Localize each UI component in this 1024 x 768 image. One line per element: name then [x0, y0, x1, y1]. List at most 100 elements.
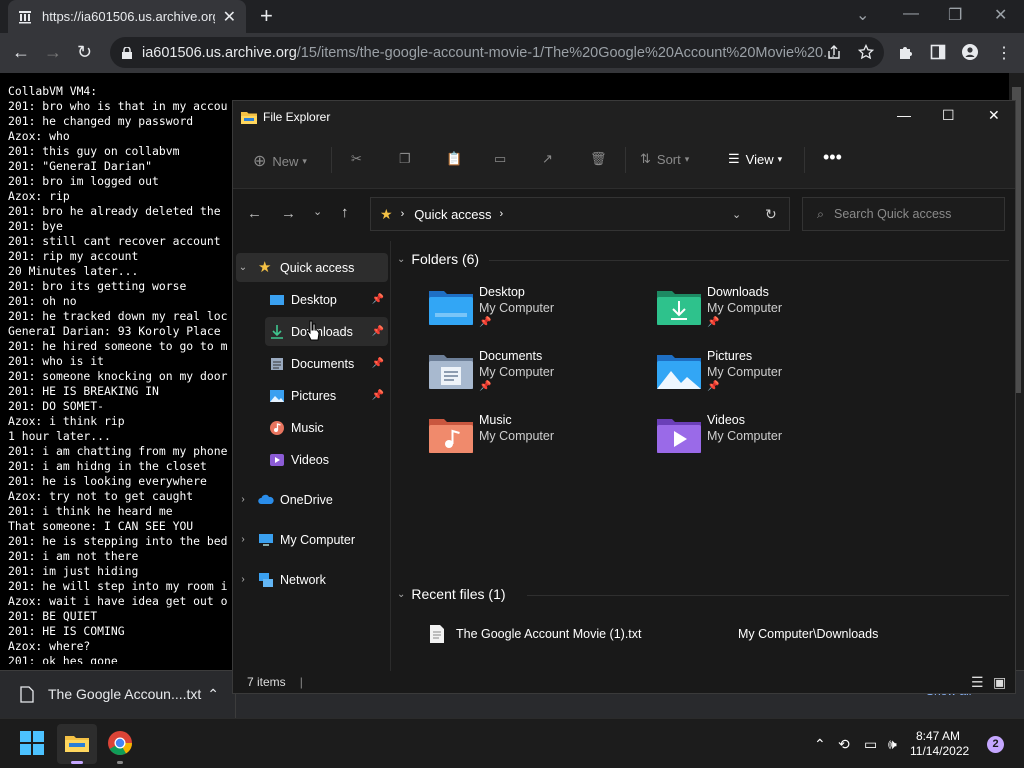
- share-icon[interactable]: [826, 44, 842, 60]
- nav-forward-icon[interactable]: →: [281, 205, 296, 222]
- recent-locations-icon[interactable]: ⌄: [313, 205, 322, 218]
- nav-back-icon[interactable]: ←: [247, 205, 262, 222]
- expand-chevron-icon[interactable]: ›: [236, 534, 250, 545]
- nav-quick-access[interactable]: ⌄ ★ Quick access: [236, 253, 388, 282]
- folders-section-header[interactable]: ⌄ Folders (6): [397, 251, 1009, 267]
- volume-icon[interactable]: 🕪: [888, 736, 897, 753]
- back-arrow-icon[interactable]: ←: [12, 42, 30, 63]
- nav-desktop[interactable]: Desktop 📌: [265, 285, 388, 314]
- nav-onedrive[interactable]: › OneDrive: [236, 485, 388, 514]
- clock[interactable]: 8:47 AM 11/14/2022: [910, 729, 969, 759]
- address-breadcrumb[interactable]: ★ › Quick access › ⌄ ↻: [370, 197, 790, 231]
- folder-location: My Computer: [479, 365, 555, 379]
- breadcrumb-dropdown-icon[interactable]: ⌄: [732, 208, 741, 221]
- file-explorer-icon[interactable]: [61, 727, 93, 759]
- network-status-icon[interactable]: ⟲: [838, 736, 850, 753]
- page-text-line: 201: bro its getting worse: [8, 279, 187, 293]
- explorer-close-button[interactable]: ✕: [988, 107, 1000, 124]
- nav-network[interactable]: › Network: [236, 565, 388, 594]
- page-text-line: CollabVM VM4:: [8, 84, 98, 98]
- folder-location: My Computer: [479, 301, 555, 315]
- show-hidden-icons-chevron[interactable]: ⌃: [814, 736, 826, 753]
- recent-file-row[interactable]: The Google Account Movie (1).txt My Comp…: [429, 624, 989, 654]
- address-bar[interactable]: ia601506.us.archive.org/15/items/the-goo…: [110, 37, 884, 68]
- close-window-button[interactable]: ✕: [994, 5, 1007, 25]
- new-button[interactable]: ⊕ New ▾: [253, 151, 307, 171]
- expand-chevron-icon[interactable]: ⌄: [236, 262, 250, 273]
- browser-tab[interactable]: https://ia601506.us.archive.org/1 ✕: [8, 0, 246, 33]
- breadcrumb-chevron-icon[interactable]: ›: [500, 208, 504, 220]
- new-tab-button[interactable]: +: [260, 4, 273, 28]
- forward-arrow-icon[interactable]: →: [44, 42, 62, 63]
- expand-chevron-icon[interactable]: ›: [236, 574, 250, 585]
- sort-button[interactable]: ⇅ Sort ▾: [640, 151, 689, 167]
- share-file-icon[interactable]: ↗: [542, 151, 553, 167]
- pin-icon: 📌: [371, 294, 384, 305]
- page-text-line: 201: rip my account: [8, 249, 139, 263]
- new-label: New: [272, 153, 299, 169]
- folder-tile-music[interactable]: Music My Computer: [429, 413, 649, 469]
- pin-icon: 📌: [707, 381, 720, 392]
- breadcrumb-quick-access[interactable]: Quick access: [414, 207, 491, 222]
- chrome-icon[interactable]: [104, 727, 136, 759]
- reload-icon[interactable]: ↻: [77, 42, 92, 63]
- cut-icon[interactable]: ✂: [351, 151, 362, 167]
- page-text-line: 1 hour later...: [8, 429, 111, 443]
- display-icon[interactable]: ▭: [864, 736, 877, 753]
- videos-icon: [270, 453, 284, 466]
- paste-icon[interactable]: 📋: [446, 151, 462, 167]
- folder-tile-desktop[interactable]: Desktop My Computer 📌: [429, 285, 649, 341]
- copy-icon[interactable]: ❐: [399, 151, 411, 167]
- side-panel-icon[interactable]: [930, 44, 946, 60]
- page-text-line: 201: who is it: [8, 354, 105, 368]
- expand-chevron-icon[interactable]: ›: [236, 494, 250, 505]
- chevron-up-icon[interactable]: ⌃: [207, 686, 219, 703]
- section-divider: [527, 595, 1009, 596]
- restore-button[interactable]: ❐: [948, 5, 962, 25]
- desktop-icon: [270, 294, 284, 305]
- download-item[interactable]: The Google Accoun....txt ⌃: [0, 670, 236, 718]
- page-text-line: Azox: who: [8, 129, 70, 143]
- view-button[interactable]: ☰ View ▾: [728, 151, 782, 167]
- collapse-chevron-icon[interactable]: ⌄: [397, 589, 405, 600]
- rename-icon[interactable]: ▭: [494, 151, 506, 167]
- folder-tile-documents[interactable]: Documents My Computer 📌: [429, 349, 649, 405]
- explorer-maximize-button[interactable]: ☐: [942, 107, 955, 124]
- tiles-view-icon[interactable]: ▣: [993, 674, 1006, 691]
- pin-icon: 📌: [479, 381, 492, 392]
- windows-start-icon[interactable]: [16, 727, 48, 759]
- nav-downloads[interactable]: Downloads 📌: [265, 317, 388, 346]
- nav-documents[interactable]: Documents 📌: [265, 349, 388, 378]
- nav-my-computer[interactable]: › My Computer: [236, 525, 388, 554]
- bookmark-star-icon[interactable]: [858, 44, 874, 60]
- profile-avatar-icon[interactable]: [962, 44, 978, 60]
- search-box[interactable]: ⌕ Search Quick access: [802, 197, 1005, 231]
- lock-icon: [122, 46, 132, 59]
- nav-up-icon[interactable]: ↑: [341, 204, 349, 221]
- videos-folder-icon: [657, 419, 701, 453]
- nav-videos[interactable]: Videos: [265, 445, 388, 474]
- tab-search-icon[interactable]: ⌄: [856, 5, 869, 25]
- collapse-chevron-icon[interactable]: ⌄: [397, 254, 405, 265]
- chrome-menu-icon[interactable]: ⋮: [996, 43, 1012, 63]
- folder-tile-pictures[interactable]: Pictures My Computer 📌: [657, 349, 877, 405]
- explorer-minimize-button[interactable]: —: [897, 107, 911, 123]
- more-options-icon[interactable]: •••: [823, 147, 842, 168]
- minimize-button[interactable]: —: [903, 5, 919, 23]
- page-text-line: 201: he tracked down my real loc: [8, 309, 228, 323]
- delete-icon[interactable]: 🗑: [590, 151, 607, 167]
- folder-tile-downloads[interactable]: Downloads My Computer 📌: [657, 285, 877, 341]
- folder-tile-videos[interactable]: Videos My Computer: [657, 413, 877, 469]
- recent-section-header[interactable]: ⌄ Recent files (1): [397, 586, 1009, 602]
- notification-badge[interactable]: 2: [987, 736, 1004, 753]
- sort-chevron-icon: ▾: [684, 153, 690, 164]
- tab-close-icon[interactable]: ✕: [223, 7, 236, 27]
- page-text-line: 201: bro im logged out: [8, 174, 159, 188]
- nav-music[interactable]: Music: [265, 413, 388, 442]
- page-text-line: 201: he is looking everywhere: [8, 474, 207, 488]
- cmd-divider: [625, 147, 626, 173]
- nav-pictures[interactable]: Pictures 📌: [265, 381, 388, 410]
- refresh-icon[interactable]: ↻: [765, 206, 777, 223]
- details-view-icon[interactable]: ☰: [971, 674, 984, 691]
- extensions-puzzle-icon[interactable]: [898, 44, 914, 60]
